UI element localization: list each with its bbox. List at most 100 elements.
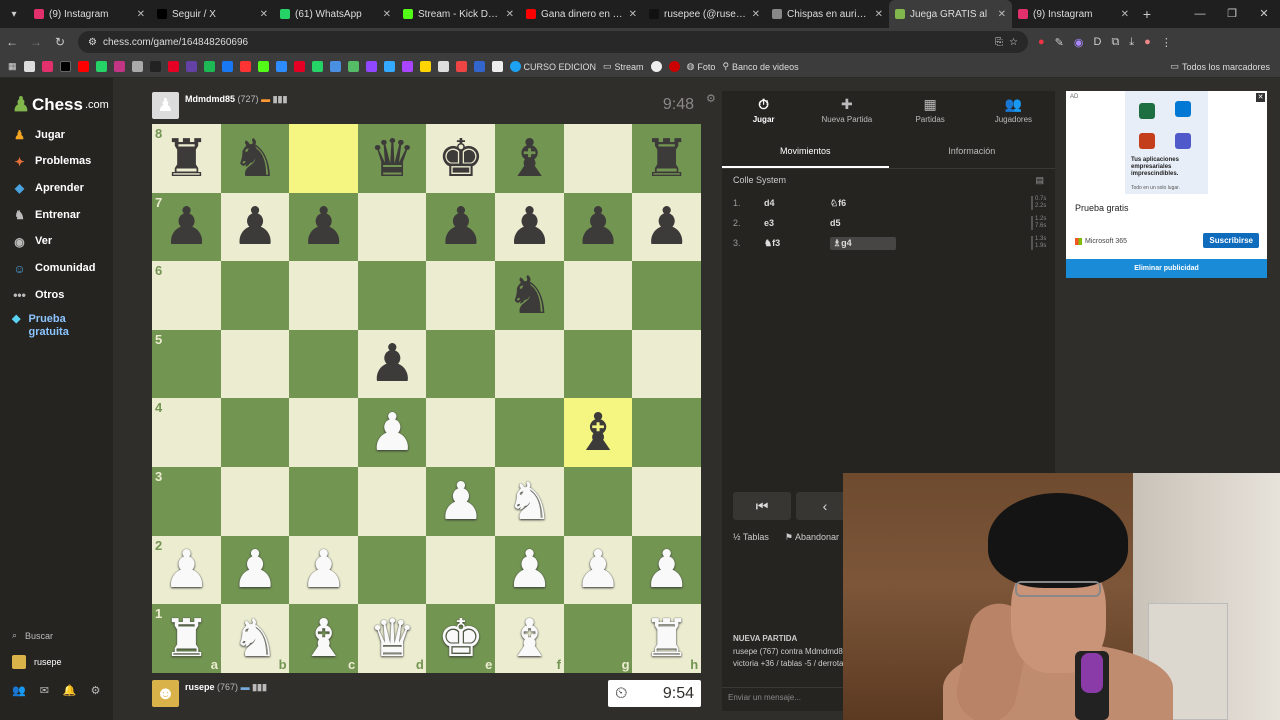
black-rook-piece[interactable]: ♜ (152, 124, 221, 193)
close-tab-icon[interactable]: ✕ (260, 9, 268, 20)
bookmark-banco-de-videos[interactable]: ⚲ Banco de videos (722, 61, 798, 72)
white-pawn-piece[interactable]: ♟ (426, 467, 495, 536)
board-square-a3[interactable]: 3 (152, 467, 221, 536)
subscribe-button[interactable]: Suscribirse (1203, 233, 1259, 248)
white-rook-piece[interactable]: ♜ (152, 604, 221, 673)
friends-icon[interactable]: 👥 (12, 684, 26, 697)
board-square-d3[interactable] (357, 467, 427, 536)
browser-tab[interactable]: (61) WhatsApp ✕ (274, 0, 397, 28)
board-square-g3[interactable] (563, 467, 633, 536)
bookmark-icon[interactable] (77, 61, 89, 72)
board-square-d2[interactable] (357, 535, 427, 605)
resign-button[interactable]: ⚑ Abandonar (785, 532, 839, 543)
white-king-piece[interactable]: ♚ (426, 604, 495, 673)
bookmark-icon[interactable] (473, 61, 485, 72)
white-pawn-piece[interactable]: ♟ (632, 536, 701, 605)
close-tab-icon[interactable]: ✕ (629, 9, 637, 20)
bookmark-icon[interactable] (419, 61, 431, 72)
all-bookmarks[interactable]: ▭ Todos los marcadores (1170, 61, 1270, 72)
close-tab-icon[interactable]: ✕ (506, 9, 514, 20)
browser-tab[interactable]: Stream - Kick Dashbo✕ (397, 0, 520, 28)
bookmark-icon[interactable] (293, 61, 305, 72)
white-pawn-piece[interactable]: ♟ (564, 536, 633, 605)
board-square-a4[interactable]: 4 (152, 398, 221, 468)
bookmark-icon[interactable] (491, 61, 503, 72)
board-settings-icon[interactable]: ⚙ (706, 92, 716, 105)
bookmark-icon[interactable] (23, 61, 35, 72)
remove-ads-button[interactable]: Eliminar publicidad (1066, 259, 1267, 278)
bookmark-icon[interactable] (167, 61, 179, 72)
black-pawn-piece[interactable]: ♟ (221, 193, 290, 262)
bookmark-foto[interactable]: ◍ Foto (687, 61, 716, 72)
forward-icon[interactable]: → (24, 35, 48, 49)
white-bishop-piece[interactable]: ♝ (495, 604, 564, 673)
white-pawn-piece[interactable]: ♟ (289, 536, 358, 605)
chess-logo[interactable]: ♟ Chess .com (12, 92, 109, 117)
bookmark-icon[interactable] (668, 61, 680, 72)
white-queen-piece[interactable]: ♛ (358, 604, 427, 673)
ad-title[interactable]: Prueba gratis (1075, 203, 1129, 213)
board-square-c6[interactable] (289, 261, 359, 331)
black-king-piece[interactable]: ♚ (426, 124, 495, 193)
sidebar-item-problemas[interactable]: ✦ Problemas (12, 155, 91, 169)
close-tab-icon[interactable]: ✕ (998, 9, 1006, 20)
player-avatar[interactable]: ☻ (152, 679, 179, 707)
white-pawn-piece[interactable]: ♟ (358, 398, 427, 467)
white-move[interactable]: d4 (764, 198, 830, 208)
bookmark-folder-stream[interactable]: ▭ Stream (603, 61, 644, 72)
board-square-h5[interactable] (632, 329, 702, 399)
black-move[interactable]: ♗g4 (830, 236, 896, 250)
board-square-g1[interactable]: g (563, 604, 633, 674)
tab-moves[interactable]: Movimientos (722, 133, 889, 168)
white-move[interactable]: e3 (764, 218, 830, 228)
bookmark-icon[interactable] (437, 61, 449, 72)
browser-tab[interactable]: Gana dinero en YouTu✕ (520, 0, 643, 28)
board-square-b6[interactable] (220, 261, 290, 331)
back-icon[interactable]: ← (0, 35, 24, 49)
tab-partidas[interactable]: ▦ Partidas (889, 91, 972, 129)
white-pawn-piece[interactable]: ♟ (152, 536, 221, 605)
board-square-h3[interactable] (632, 467, 702, 536)
close-tab-icon[interactable]: ✕ (383, 9, 391, 20)
bookmark-star-icon[interactable]: ☆ (1009, 37, 1018, 48)
browser-menu-icon[interactable]: ⋮ (1161, 36, 1172, 49)
board-square-e4[interactable] (426, 398, 496, 468)
bookmark-icon[interactable] (203, 61, 215, 72)
board-square-c4[interactable] (289, 398, 359, 468)
tab-search-icon[interactable]: ▾ (0, 0, 28, 28)
board-square-c5[interactable] (289, 329, 359, 399)
board-square-g5[interactable] (563, 329, 633, 399)
board-square-b5[interactable] (220, 329, 290, 399)
close-tab-icon[interactable]: ✕ (875, 9, 883, 20)
reload-icon[interactable]: ↻ (48, 35, 72, 49)
bookmark-icon[interactable] (401, 61, 413, 72)
board-square-c8[interactable] (289, 124, 359, 193)
new-tab-button[interactable]: + (1135, 6, 1159, 22)
close-window-icon[interactable]: ✕ (1248, 0, 1280, 28)
browser-tab[interactable]: (9) Instagram ✕ (1012, 0, 1135, 28)
black-move[interactable]: d5 (830, 218, 896, 228)
chess-board[interactable]: 8 ♜ ♞ ♛ ♚ ♝ ♜ 7 ♟ ♟ ♟ ♟ ♟ ♟ ♟ 6 ♞ 5 ♟ 4 ♟ ♝ 3 ♟ ♞ 2 ♟ ♟ ♟ ♟ ♟ ♟ 1 a ♜ b ♞ c ♝ d… (152, 124, 702, 674)
bookmark-icon[interactable] (311, 61, 323, 72)
sidebar-item-jugar[interactable]: ♟ Jugar (12, 128, 65, 142)
bookmark-icon[interactable] (41, 61, 53, 72)
board-square-e2[interactable] (426, 535, 496, 605)
advertisement[interactable]: AD ✕ Tus aplicaciones empresariales impr… (1066, 91, 1267, 278)
board-square-h4[interactable] (632, 398, 702, 468)
bookmark-icon[interactable] (257, 61, 269, 72)
black-knight-piece[interactable]: ♞ (221, 124, 290, 193)
board-square-a6[interactable]: 6 (152, 261, 221, 331)
bookmark-icon[interactable] (185, 61, 197, 72)
apps-grid-icon[interactable]: ▦ (8, 61, 17, 72)
black-bishop-piece[interactable]: ♝ (564, 398, 633, 467)
close-tab-icon[interactable]: ✕ (137, 9, 145, 20)
board-square-a5[interactable]: 5 (152, 329, 221, 399)
board-square-g8[interactable] (563, 124, 633, 193)
bookmark-icon[interactable] (95, 61, 107, 72)
browser-tab[interactable]: Seguir / X ✕ (151, 0, 274, 28)
board-square-d6[interactable] (357, 261, 427, 331)
board-square-f4[interactable] (495, 398, 564, 468)
sidebar-search[interactable]: ⌕ Buscar (12, 630, 53, 641)
bookmark-icon[interactable] (275, 61, 287, 72)
tab-jugadores[interactable]: 👥 Jugadores (972, 91, 1055, 129)
